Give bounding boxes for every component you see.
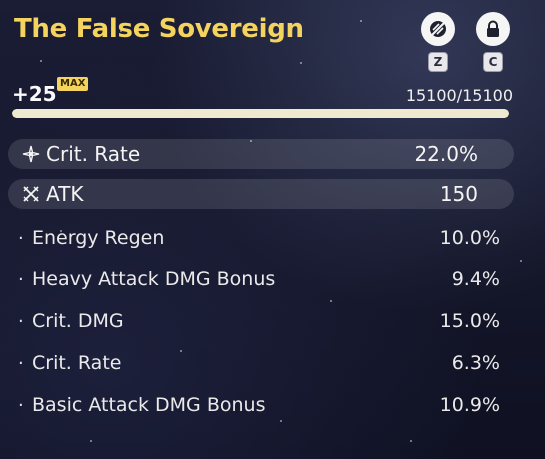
sub-stat-value: 15.0% — [439, 310, 500, 332]
bullet-icon: · — [18, 268, 24, 290]
main-stat-label: Crit. Rate — [46, 142, 141, 166]
sub-stat-label: Heavy Attack DMG Bonus — [32, 268, 276, 290]
sub-stat-crit-dmg: · Crit. DMG 15.0% — [18, 306, 500, 336]
sub-stat-label: Crit. DMG — [32, 310, 124, 332]
weapon-name: The False Sovereign — [14, 14, 304, 44]
bullet-icon: · — [18, 310, 24, 332]
hotkey-z: Z — [428, 52, 448, 72]
lock-button[interactable] — [476, 12, 510, 46]
main-stat-label: ATK — [46, 182, 84, 206]
exp-counter: 15100/15100 — [405, 86, 513, 105]
sub-stat-label: Basic Attack DMG Bonus — [32, 394, 266, 416]
main-stat-crit-rate: Crit. Rate 22.0% — [8, 139, 514, 169]
main-stat-value: 150 — [439, 182, 478, 206]
crit-rate-icon — [22, 145, 40, 163]
sub-stat-basic-attack: · Basic Attack DMG Bonus 10.9% — [18, 390, 500, 420]
sub-stat-heavy-attack: · Heavy Attack DMG Bonus 9.4% — [18, 264, 500, 294]
hotkey-c: C — [483, 52, 503, 72]
atk-swords-icon — [23, 186, 39, 202]
sub-stat-value: 9.4% — [451, 268, 500, 290]
bullet-icon: · — [18, 394, 24, 416]
bullet-icon: · — [18, 227, 24, 249]
max-level-badge: MAX — [57, 77, 89, 91]
padlock-icon — [487, 20, 499, 37]
exp-progress-bar — [12, 109, 509, 118]
sub-stat-value: 10.0% — [439, 227, 500, 249]
lock-hint-button[interactable] — [421, 12, 455, 46]
sub-stat-label: Energy Regen — [32, 227, 165, 249]
bullet-icon: · — [18, 352, 24, 374]
sub-stat-value: 6.3% — [451, 352, 500, 374]
sub-stat-crit-rate: · Crit. Rate 6.3% — [18, 348, 500, 378]
sub-stat-label: Crit. Rate — [32, 352, 122, 374]
no-lock-icon — [430, 21, 446, 37]
sub-stat-energy-regen: · Energy Regen 10.0% — [18, 223, 500, 253]
main-stat-atk: ATK 150 — [8, 179, 514, 209]
weapon-level: +25 — [12, 82, 57, 106]
exp-progress-fill — [12, 109, 509, 118]
sub-stat-value: 10.9% — [439, 394, 500, 416]
main-stat-value: 22.0% — [414, 142, 478, 166]
